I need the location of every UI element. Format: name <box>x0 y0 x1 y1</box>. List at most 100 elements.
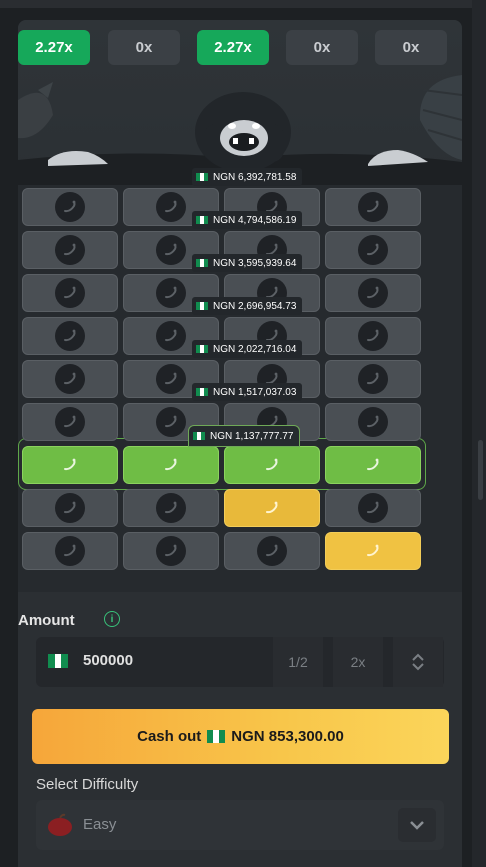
banana-icon <box>156 235 186 265</box>
nigeria-flag-icon <box>48 654 69 668</box>
hidden-tile[interactable] <box>22 532 118 570</box>
payout-value: NGN 1,517,037.03 <box>213 386 297 398</box>
payout-value: NGN 2,022,716.04 <box>213 343 297 355</box>
cash-out-amount: NGN 853,300.00 <box>231 728 344 745</box>
jungle-scene: 2.27x 0x 2.27x 0x 0x <box>18 20 462 185</box>
double-amount-button[interactable]: 2x <box>333 637 383 687</box>
payout-value: NGN 4,794,586.19 <box>213 214 297 226</box>
payout-value: NGN 2,696,954.73 <box>213 300 297 312</box>
banana-icon <box>358 536 388 566</box>
multiplier-chip: 0x <box>286 30 358 65</box>
banana-icon <box>358 493 388 523</box>
banana-icon <box>257 493 287 523</box>
half-amount-label: 1/2 <box>288 654 308 670</box>
top-strip <box>0 0 486 8</box>
banana-icon <box>257 536 287 566</box>
multiplier-value: 0x <box>135 39 153 56</box>
info-icon[interactable]: i <box>104 611 120 627</box>
multiplier-value: 2.27x <box>35 39 73 56</box>
difficulty-selected: Easy <box>83 816 117 833</box>
cash-out-button[interactable]: Cash out NGN 853,300.00 <box>32 709 449 764</box>
banana-icon <box>358 364 388 394</box>
payout-label: NGN 3,595,939.64 <box>192 254 303 272</box>
hidden-tile[interactable] <box>123 489 219 527</box>
hidden-tile[interactable] <box>325 489 421 527</box>
hidden-tile[interactable] <box>224 532 320 570</box>
multiplier-chip: 2.27x <box>197 30 269 65</box>
nigeria-flag-icon <box>196 302 208 310</box>
revealed-tile-gold[interactable] <box>224 489 320 527</box>
cash-out-label: Cash out <box>137 728 202 745</box>
amount-value[interactable]: 500000 <box>83 652 133 669</box>
multiplier-value: 0x <box>402 39 420 56</box>
revealed-tile-green[interactable] <box>123 446 219 484</box>
nigeria-flag-icon <box>196 345 208 353</box>
banana-icon <box>358 192 388 222</box>
hidden-tile[interactable] <box>325 317 421 355</box>
payout-label: NGN 4,794,586.19 <box>192 211 303 229</box>
banana-icon <box>156 192 186 222</box>
chevron-down-icon[interactable] <box>412 663 424 671</box>
banana-icon <box>55 192 85 222</box>
payout-label: NGN 1,137,777.77 <box>188 425 301 447</box>
revealed-tile-green[interactable] <box>325 446 421 484</box>
banana-icon <box>156 321 186 351</box>
banana-icon <box>156 364 186 394</box>
hidden-tile[interactable] <box>325 231 421 269</box>
hidden-tile[interactable] <box>325 188 421 226</box>
banana-icon <box>257 450 287 480</box>
payout-label: NGN 2,022,716.04 <box>192 340 303 358</box>
chevron-up-icon[interactable] <box>412 653 424 661</box>
scrollbar-thumb[interactable] <box>478 440 483 500</box>
banana-icon <box>55 321 85 351</box>
payout-label: NGN 2,696,954.73 <box>192 297 303 315</box>
nigeria-flag-icon <box>196 173 208 181</box>
hidden-tile[interactable] <box>22 274 118 312</box>
multiplier-history: 2.27x 0x 2.27x 0x 0x <box>18 30 462 66</box>
hidden-tile[interactable] <box>325 274 421 312</box>
banana-icon <box>55 493 85 523</box>
banana-icon <box>156 407 186 437</box>
nigeria-flag-icon <box>207 730 226 743</box>
nigeria-flag-icon <box>196 216 208 224</box>
multiplier-chip: 0x <box>108 30 180 65</box>
hidden-tile[interactable] <box>123 532 219 570</box>
hidden-tile[interactable] <box>22 231 118 269</box>
hidden-tile[interactable] <box>325 403 421 441</box>
banana-icon <box>156 536 186 566</box>
hidden-tile[interactable] <box>22 360 118 398</box>
revealed-tile-green[interactable] <box>22 446 118 484</box>
hidden-tile[interactable] <box>22 317 118 355</box>
revealed-tile-gold[interactable] <box>325 532 421 570</box>
difficulty-title: Select Difficulty <box>36 776 139 793</box>
nigeria-flag-icon <box>196 388 208 396</box>
banana-icon <box>358 407 388 437</box>
payout-value: NGN 6,392,781.58 <box>213 171 297 183</box>
banana-icon <box>358 321 388 351</box>
payout-label: NGN 1,517,037.03 <box>192 383 303 401</box>
banana-icon <box>156 450 186 480</box>
apple-icon <box>48 813 72 836</box>
revealed-tile-green[interactable] <box>224 446 320 484</box>
nigeria-flag-icon <box>193 432 205 440</box>
multiplier-value: 2.27x <box>214 39 252 56</box>
banana-icon <box>55 407 85 437</box>
banana-icon <box>55 364 85 394</box>
hidden-tile[interactable] <box>325 360 421 398</box>
scrollbar-track[interactable] <box>472 0 486 867</box>
banana-icon <box>55 278 85 308</box>
payout-value: NGN 1,137,777.77 <box>210 430 294 442</box>
amount-stepper[interactable] <box>393 637 443 687</box>
hidden-tile[interactable] <box>22 489 118 527</box>
hidden-tile[interactable] <box>22 403 118 441</box>
banana-icon <box>55 450 85 480</box>
half-amount-button[interactable]: 1/2 <box>273 637 323 687</box>
banana-icon <box>358 235 388 265</box>
difficulty-dropdown-toggle[interactable] <box>398 808 436 842</box>
banana-icon <box>55 235 85 265</box>
banana-icon <box>156 278 186 308</box>
hidden-tile[interactable] <box>22 188 118 226</box>
chevron-down-icon <box>410 820 424 830</box>
multiplier-chip: 0x <box>375 30 447 65</box>
banana-icon <box>358 450 388 480</box>
